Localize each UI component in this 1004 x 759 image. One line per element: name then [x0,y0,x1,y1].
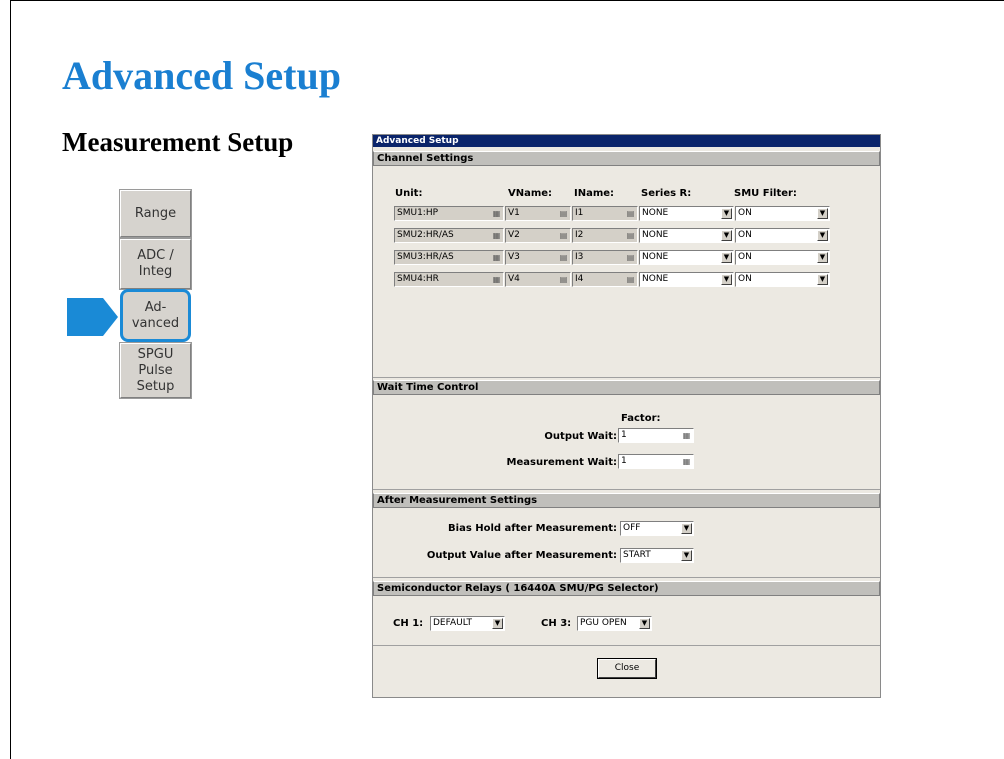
calculator-icon[interactable]: ▦ [492,209,501,218]
col-smu-filter: SMU Filter: [734,188,797,199]
slide-subtitle: Measurement Setup [62,127,294,157]
unit-field: SMU2:HR/AS ▦ [394,228,504,243]
channel-settings-header: Channel Settings [373,151,880,166]
measurement-wait-input[interactable]: 1 ▦ [618,454,694,469]
ch3-select[interactable]: PGU OPEN ▼ [577,616,652,631]
vname-field[interactable]: V4 ▤ [505,272,571,287]
vname-field[interactable]: V2 ▤ [505,228,571,243]
output-value-label: Output Value after Measurement: [426,550,617,561]
smu-filter-select[interactable]: ON ▼ [735,206,830,221]
ch1-label: CH 1: [393,618,424,629]
keyboard-icon[interactable]: ▤ [626,275,635,284]
relays-header: Semiconductor Relays ( 16440A SMU/PG Sel… [373,581,880,596]
divider [373,645,880,646]
series-r-select[interactable]: NONE ▼ [639,206,734,221]
chevron-down-icon[interactable]: ▼ [639,618,650,629]
keyboard-icon[interactable]: ▤ [559,275,568,284]
output-wait-input[interactable]: 1 ▦ [618,428,694,443]
advanced-setup-dialog: Advanced Setup Channel Settings Unit: VN… [372,134,881,698]
after-measurement-header: After Measurement Settings [373,493,880,508]
unit-field: SMU1:HP ▦ [394,206,504,221]
calculator-icon[interactable]: ▦ [492,231,501,240]
wait-time-header: Wait Time Control [373,380,880,395]
range-button[interactable]: Range [119,189,192,238]
calculator-icon[interactable]: ▦ [492,275,501,284]
col-unit: Unit: [395,188,423,199]
unit-field: SMU3:HR/AS ▦ [394,250,504,265]
chevron-down-icon[interactable]: ▼ [721,274,732,285]
keyboard-icon[interactable]: ▤ [559,253,568,262]
calculator-icon[interactable]: ▦ [682,431,691,440]
output-value-select[interactable]: START ▼ [620,548,694,563]
series-r-select[interactable]: NONE ▼ [639,272,734,287]
measurement-wait-label: Measurement Wait: [506,457,617,468]
vname-field[interactable]: V1 ▤ [505,206,571,221]
spgu-pulse-setup-button[interactable]: SPGU Pulse Setup [119,342,192,399]
iname-field[interactable]: I1 ▤ [572,206,638,221]
keyboard-icon[interactable]: ▤ [559,209,568,218]
chevron-down-icon[interactable]: ▼ [681,523,692,534]
chevron-down-icon[interactable]: ▼ [492,618,503,629]
chevron-down-icon[interactable]: ▼ [817,208,828,219]
smu-filter-select[interactable]: ON ▼ [735,228,830,243]
col-vname: VName: [508,188,553,199]
advanced-button[interactable]: Ad- vanced [120,289,191,342]
iname-field[interactable]: I4 ▤ [572,272,638,287]
col-series-r: Series R: [641,188,692,199]
iname-field[interactable]: I2 ▤ [572,228,638,243]
slide-title: Advanced Setup [62,53,341,98]
vname-field[interactable]: V3 ▤ [505,250,571,265]
chevron-down-icon[interactable]: ▼ [817,230,828,241]
dialog-title: Advanced Setup [373,135,880,147]
chevron-down-icon[interactable]: ▼ [681,550,692,561]
ch1-select[interactable]: DEFAULT ▼ [430,616,505,631]
series-r-select[interactable]: NONE ▼ [639,228,734,243]
ch3-label: CH 3: [541,618,572,629]
col-iname: IName: [574,188,615,199]
iname-field[interactable]: I3 ▤ [572,250,638,265]
keyboard-icon[interactable]: ▤ [559,231,568,240]
unit-field: SMU4:HR ▦ [394,272,504,287]
close-button[interactable]: Close [597,658,657,679]
smu-filter-select[interactable]: ON ▼ [735,250,830,265]
adc-integ-button[interactable]: ADC / Integ [119,238,192,290]
keyboard-icon[interactable]: ▤ [626,209,635,218]
chevron-down-icon[interactable]: ▼ [817,274,828,285]
keyboard-icon[interactable]: ▤ [626,253,635,262]
chevron-down-icon[interactable]: ▼ [817,252,828,263]
divider [373,577,880,578]
bias-hold-select[interactable]: OFF ▼ [620,521,694,536]
divider [373,377,880,378]
chevron-down-icon[interactable]: ▼ [721,230,732,241]
pointer-arrow-icon [67,298,118,336]
smu-filter-select[interactable]: ON ▼ [735,272,830,287]
output-wait-label: Output Wait: [544,431,617,442]
chevron-down-icon[interactable]: ▼ [721,252,732,263]
factor-label: Factor: [621,413,661,424]
keyboard-icon[interactable]: ▤ [626,231,635,240]
chevron-down-icon[interactable]: ▼ [721,208,732,219]
series-r-select[interactable]: NONE ▼ [639,250,734,265]
divider [373,489,880,490]
calculator-icon[interactable]: ▦ [492,253,501,262]
calculator-icon[interactable]: ▦ [682,457,691,466]
bias-hold-label: Bias Hold after Measurement: [448,523,617,534]
